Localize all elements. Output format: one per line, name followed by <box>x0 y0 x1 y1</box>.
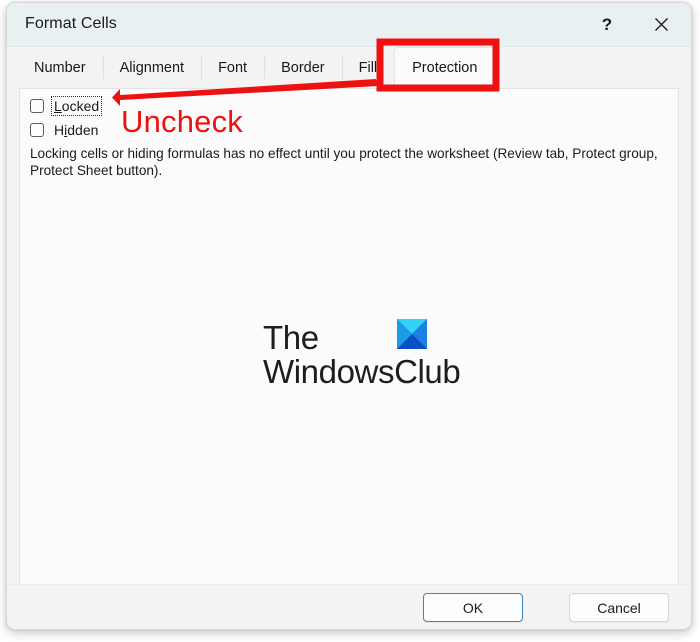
checkbox-locked[interactable] <box>30 99 44 113</box>
question-mark-icon: ? <box>601 14 613 34</box>
watermark-text: The WindowsClub <box>263 319 461 390</box>
tab-label: Alignment <box>119 59 185 76</box>
protection-panel: Locked Hidden Locking cells or hiding fo… <box>19 88 679 586</box>
tab-number[interactable]: Number <box>17 47 103 88</box>
checkbox-hidden[interactable] <box>30 123 44 137</box>
close-icon <box>654 18 668 31</box>
hidden-checkbox-label: Hidden <box>54 122 99 138</box>
tab-strip: Number Alignment Font Border Fill Protec… <box>7 47 691 88</box>
tab-font[interactable]: Font <box>201 47 264 88</box>
tab-label: Fill <box>358 59 378 76</box>
ok-button-label: OK <box>462 599 484 616</box>
watermark: The WindowsClub <box>20 319 678 390</box>
ok-button[interactable]: OK <box>423 593 523 622</box>
dialog-footer: OK Cancel <box>7 584 691 629</box>
tab-label: Protection <box>412 60 478 76</box>
cancel-button-label: Cancel <box>597 599 641 616</box>
windowsclub-logo-icon <box>397 319 427 349</box>
locked-checkbox-row[interactable]: Locked <box>30 96 103 116</box>
format-cells-dialog: Format Cells ? Number Alignment Font Bor… <box>6 2 692 630</box>
protection-description: Locking cells or hiding formulas has no … <box>30 146 658 178</box>
watermark-line-2: WindowsClub <box>263 353 461 390</box>
cancel-button[interactable]: Cancel <box>569 593 669 622</box>
tab-protection[interactable]: Protection <box>394 47 496 88</box>
locked-checkbox-label: Locked <box>50 96 103 116</box>
dialog-title-bar: Format Cells ? <box>7 3 691 47</box>
dialog-title: Format Cells <box>25 15 117 32</box>
tab-label: Font <box>218 59 248 76</box>
close-button[interactable] <box>639 3 683 46</box>
hidden-checkbox-row[interactable]: Hidden <box>30 121 100 139</box>
tab-fill[interactable]: Fill <box>341 47 395 88</box>
tab-label: Border <box>281 59 325 76</box>
tab-label: Number <box>34 59 86 76</box>
help-button[interactable]: ? <box>585 3 629 46</box>
tab-border[interactable]: Border <box>264 47 342 88</box>
tab-alignment[interactable]: Alignment <box>102 47 201 88</box>
